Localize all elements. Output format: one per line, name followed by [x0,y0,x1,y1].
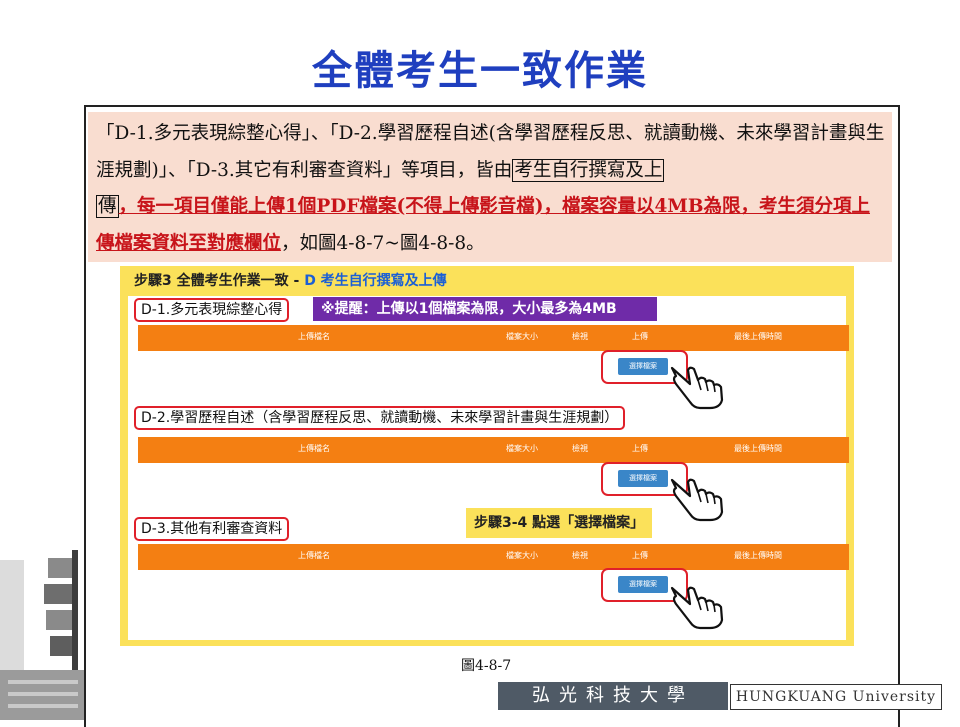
step-title-blue: D 考生自行撰寫及上傳 [304,273,447,289]
building-photo [0,540,84,720]
paragraph-boxed-1: 考生自行撰寫及上 [512,158,665,182]
pointing-hand-icon [670,586,724,630]
col-last-upload-time: 最後上傳時間 [734,551,782,560]
col-filename: 上傳檔名 [298,444,330,453]
col-upload: 上傳 [632,551,648,560]
col-view: 檢視 [572,332,588,341]
upload-table-header-d2: 上傳檔名 檔案大小 檢視 上傳 最後上傳時間 [138,437,849,463]
col-last-upload-time: 最後上傳時間 [734,332,782,341]
section-label-d1: D-1.多元表現綜整心得 [134,298,290,322]
col-view: 檢視 [572,444,588,453]
col-size: 檔案大小 [506,551,538,560]
col-upload: 上傳 [632,444,648,453]
paragraph-boxed-2: 傳 [96,195,119,218]
choose-file-button-d1[interactable]: 選擇檔案 [618,358,668,375]
section-label-d3: D-3.其他有利審查資料 [134,517,290,541]
col-upload: 上傳 [632,332,648,341]
col-filename: 上傳檔名 [298,551,330,560]
choose-file-button-d3[interactable]: 選擇檔案 [618,576,668,593]
col-filename: 上傳檔名 [298,332,330,341]
step-title: 步驟3 全體考生作業一致 - D 考生自行撰寫及上傳 [134,270,447,290]
footer-school-name-zh: 弘光科技大學 [498,682,728,710]
instruction-paragraph: 「D-1.多元表現綜整心得」、「D-2.學習歷程自述(含學習歷程反思、就讀動機、… [96,116,888,262]
step-3-4-callout: 步驟3-4 點選「選擇檔案」 [466,508,653,538]
paragraph-text-2: ，如圖4-8-7~圖4-8-8。 [281,232,485,254]
col-last-upload-time: 最後上傳時間 [734,444,782,453]
paragraph-text-1: 「D-1.多元表現綜整心得」、「D-2.學習歷程自述(含學習歷程反思、就讀動機、… [96,123,885,181]
footer-school-name-en: HUNGKUANG University [730,684,942,710]
col-size: 檔案大小 [506,332,538,341]
step-title-prefix: 步驟3 全體考生作業一致 - [134,273,305,289]
slide-title: 全體考生一致作業 [312,48,648,94]
upload-table-header-d1: 上傳檔名 檔案大小 檢視 上傳 最後上傳時間 [138,325,849,351]
upload-table-header-d3: 上傳檔名 檔案大小 檢視 上傳 最後上傳時間 [138,544,849,570]
pointing-hand-icon [670,366,724,410]
reminder-banner: ※提醒：上傳以1個檔案為限，大小最多為4MB [313,297,657,321]
col-size: 檔案大小 [506,444,538,453]
section-label-d2: D-2.學習歷程自述（含學習歷程反思、就讀動機、未來學習計畫與生涯規劃） [134,406,626,430]
choose-file-button-d2[interactable]: 選擇檔案 [618,470,668,487]
col-view: 檢視 [572,551,588,560]
figure-caption: 圖4-8-7 [461,658,512,674]
pointing-hand-icon [670,478,724,522]
